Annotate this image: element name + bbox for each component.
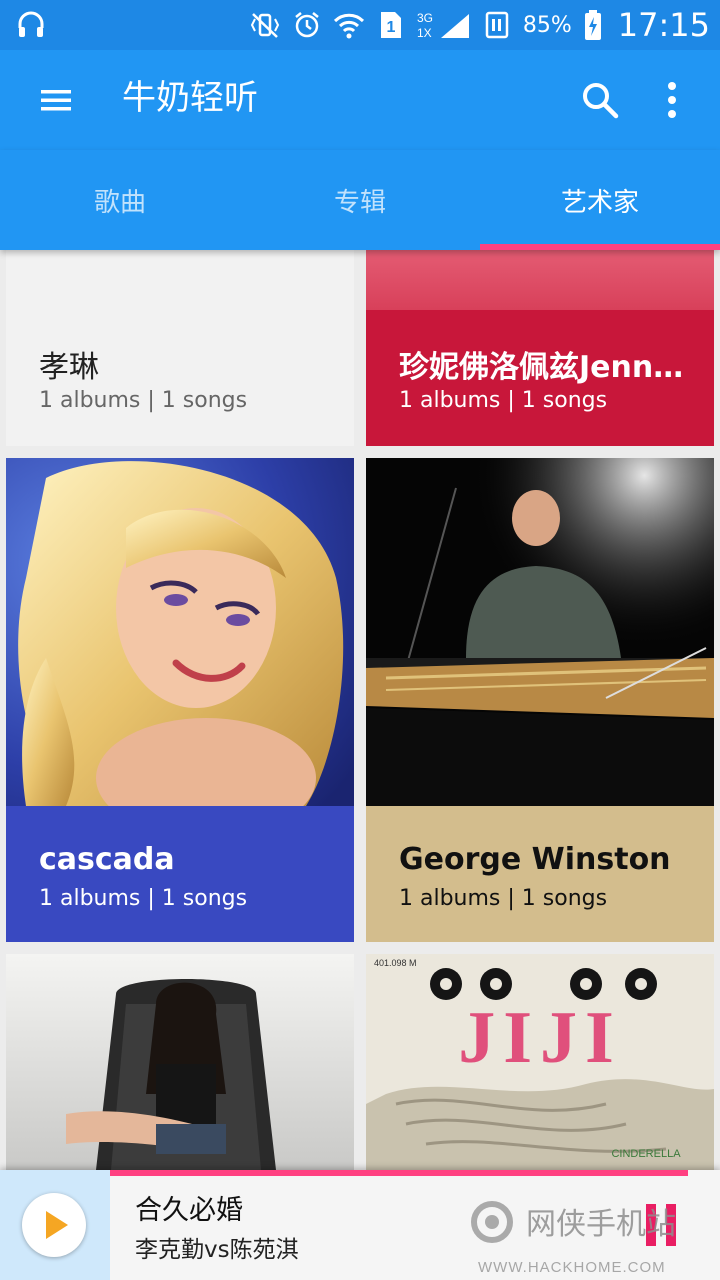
vibrate-icon [249, 10, 281, 40]
clock: 17:15 [617, 6, 710, 44]
album-art [6, 954, 354, 1170]
sim-number: 1 [386, 19, 395, 36]
artist-grid[interactable]: 孝琳 1 albums | 1 songs 珍妮佛洛佩兹Jennifer Lop… [0, 250, 720, 1170]
album-caption: CINDERELLA [611, 1148, 681, 1160]
tab-bar: 歌曲 专辑 艺术家 [0, 150, 720, 250]
battery-charging-icon [582, 10, 604, 40]
tab-label: 歌曲 [93, 187, 146, 218]
tab-label: 专辑 [333, 187, 386, 218]
app-toolbar: 牛奶轻听 [0, 50, 720, 150]
album-art [366, 458, 714, 806]
artist-meta: 1 albums | 1 songs [39, 388, 248, 413]
artist-card[interactable]: 孝琳 1 albums | 1 songs [6, 250, 354, 446]
battery-percent: 85% [522, 12, 572, 38]
svg-text:1X: 1X [417, 26, 432, 40]
artist-meta: 1 albums | 1 songs [39, 886, 248, 911]
album-art [366, 250, 714, 310]
artist-name: George Winston [399, 842, 671, 877]
alarm-icon [291, 10, 323, 40]
menu-icon[interactable] [36, 80, 76, 120]
album-art [6, 458, 354, 806]
wifi-icon [333, 10, 365, 40]
headphones-icon [18, 11, 44, 37]
artist-card[interactable] [6, 954, 354, 1170]
data-icon [481, 10, 513, 40]
tab-indicator [480, 244, 720, 250]
more-options-icon[interactable] [656, 78, 688, 122]
svg-text:3G: 3G [417, 11, 433, 25]
playback-progress[interactable] [110, 1170, 688, 1176]
cellular-signal-icon: 3G 1X [417, 10, 471, 40]
artist-meta: 1 albums | 1 songs [399, 388, 608, 413]
play-button[interactable] [22, 1193, 86, 1257]
album-art: 401.098 M JIJI CINDERELLA [366, 954, 714, 1170]
now-playing-title: 合久必婚 [135, 1195, 243, 1226]
tab-albums[interactable]: 专辑 [240, 150, 480, 250]
status-icons: 1 3G 1X 85% 17:15 [249, 0, 710, 50]
watermark-url: WWW.HACKHOME.COM [478, 1259, 666, 1276]
artist-card[interactable]: 珍妮佛洛佩兹Jennifer Lopez 1 albums | 1 songs [366, 250, 714, 446]
tab-songs[interactable]: 歌曲 [0, 150, 240, 250]
search-icon[interactable] [578, 78, 622, 122]
album-catalog: 401.098 M [374, 958, 417, 968]
artist-name: 孝琳 [39, 350, 99, 385]
tab-label: 艺术家 [560, 187, 639, 218]
artist-card[interactable]: cascada 1 albums | 1 songs [6, 458, 354, 942]
sim-card-icon: 1 [375, 10, 407, 40]
album-title-art: JIJI [458, 997, 622, 1079]
status-bar: 1 3G 1X 85% 17:15 [0, 0, 720, 50]
artist-card[interactable]: 401.098 M JIJI CINDERELLA [366, 954, 714, 1170]
artist-card[interactable]: George Winston 1 albums | 1 songs [366, 458, 714, 942]
watermark-text: 网侠手机站 [526, 1207, 676, 1242]
watermark-logo: 网侠手机站 WWW.HACKHOME.COM [471, 1201, 676, 1276]
now-playing-artist: 李克勤vs陈苑淇 [135, 1237, 299, 1263]
artist-name: 珍妮佛洛佩兹Jennifer Lopez [399, 350, 689, 385]
artist-meta: 1 albums | 1 songs [399, 886, 608, 911]
play-icon [46, 1211, 68, 1239]
artist-name: cascada [39, 842, 175, 877]
app-title: 牛奶轻听 [122, 78, 258, 118]
tab-artists[interactable]: 艺术家 [480, 150, 720, 250]
